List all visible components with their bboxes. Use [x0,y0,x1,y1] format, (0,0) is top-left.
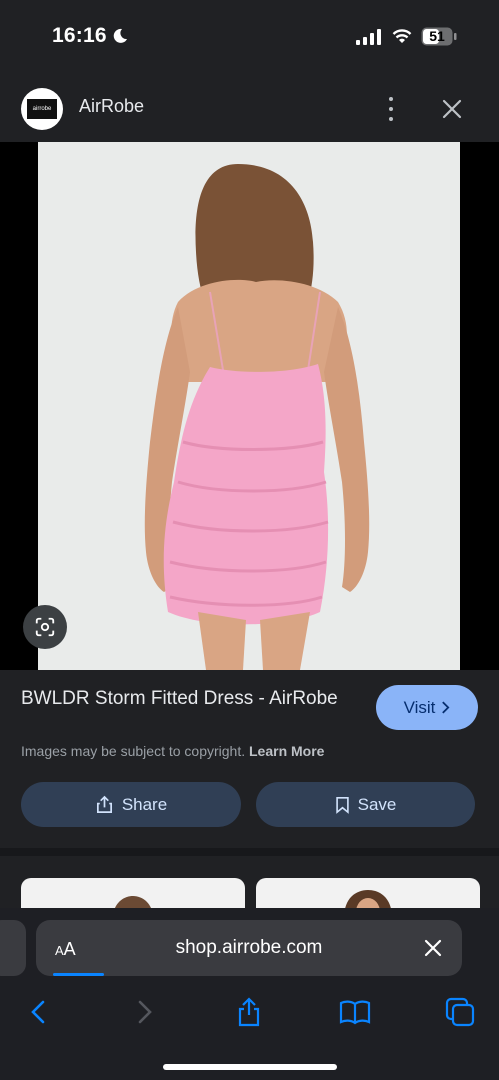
learn-more-link[interactable]: Learn More [249,743,324,759]
section-divider [0,848,499,856]
url-text[interactable]: shop.airrobe.com [36,937,462,959]
result-title[interactable]: BWLDR Storm Fitted Dress - AirRobe [21,686,341,712]
battery-level: 51 [429,28,445,44]
site-logo-text: airrobe [27,99,57,119]
home-indicator [163,1064,337,1070]
copyright-notice: Images may be subject to copyright. Lear… [21,743,324,759]
moon-icon [113,28,127,43]
back-button[interactable] [18,992,58,1032]
tabs-button[interactable] [440,992,480,1032]
lens-icon [35,617,55,637]
chevron-right-icon [442,701,450,714]
visit-label: Visit [403,697,436,717]
dress-illustration [38,142,460,670]
book-icon [339,1000,371,1025]
close-icon[interactable] [423,938,443,958]
save-label: Save [357,794,397,814]
address-bar[interactable]: AA shop.airrobe.com [36,920,462,976]
product-image[interactable] [38,142,460,670]
safari-nav-row [0,992,499,1036]
bookmarks-button[interactable] [335,992,375,1032]
previous-tab-peek[interactable] [0,920,26,976]
wifi-icon [392,29,412,43]
status-time: 16:16 [52,24,107,47]
close-icon[interactable] [440,97,464,121]
bookmark-icon [335,796,349,814]
image-viewer [0,142,499,670]
signal-icon [356,29,381,45]
share-icon [96,795,112,813]
share-label: Share [121,794,168,814]
visit-button[interactable]: Visit [376,685,478,730]
lens-button[interactable] [23,605,67,649]
share-button[interactable]: Share [21,782,241,827]
site-name[interactable]: AirRobe [79,96,144,117]
safari-toolbar: AA shop.airrobe.com [0,908,499,1080]
share-icon [238,997,260,1027]
page-load-progress [53,973,104,976]
share-sheet-button[interactable] [229,992,269,1032]
forward-button[interactable] [125,992,165,1032]
result-header: airrobe AirRobe [0,72,499,142]
more-vert-icon[interactable] [381,97,401,121]
chevron-left-icon [31,1000,45,1024]
result-card: BWLDR Storm Fitted Dress - AirRobe Visit… [0,670,499,848]
battery-icon: 51 [421,27,457,46]
copyright-text: Images may be subject to copyright. [21,743,246,759]
site-logo[interactable]: airrobe [21,88,63,130]
save-button[interactable]: Save [256,782,475,827]
chevron-right-icon [138,1000,152,1024]
status-bar: 16:16 51 [0,0,499,72]
tabs-icon [445,997,475,1027]
